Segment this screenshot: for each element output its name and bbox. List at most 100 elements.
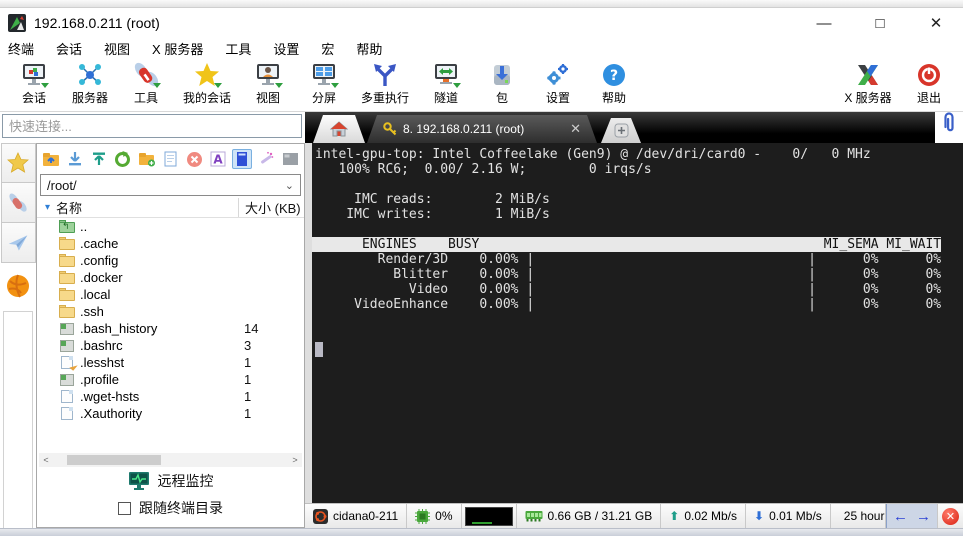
remote-monitor-label: 远程监控 (158, 471, 214, 491)
file-row[interactable]: .local (37, 286, 304, 303)
rail-empty-panel (3, 311, 33, 528)
chevron-down-icon: ⌄ (285, 179, 294, 192)
menu-view[interactable]: 视图 (104, 39, 130, 58)
menu-tools[interactable]: 工具 (225, 39, 251, 58)
tab-bar: 8. 192.168.0.211 (root) ✕ (305, 112, 963, 143)
file-row[interactable]: .bash_history14 (37, 320, 304, 337)
remote-monitor-button[interactable]: 远程监控 (37, 467, 304, 495)
toolbar-view-button[interactable]: 视图 (240, 62, 296, 106)
download-icon[interactable] (65, 149, 85, 169)
path-dropdown[interactable]: /root/ ⌄ (40, 174, 301, 196)
menu-xserver[interactable]: X 服务器 (152, 39, 203, 58)
tab-label: 8. 192.168.0.211 (root) (403, 122, 524, 136)
favorites-star-button[interactable] (1, 143, 36, 183)
terminal-screen[interactable]: intel-gpu-top: Intel Coffeelake (Gen9) @… (305, 143, 963, 503)
toolbar-xserver-button[interactable]: X 服务器 (835, 62, 901, 106)
help-question-icon: ? (601, 62, 627, 88)
current-path: /root/ (47, 178, 285, 193)
toolbar-package-button[interactable]: 包 (474, 62, 530, 106)
folder-icon (59, 288, 75, 301)
toolbar-multi-exec-button[interactable]: 多重执行 (352, 62, 418, 106)
toolbar-split-label: 分屏 (312, 89, 336, 106)
quick-connect-input[interactable] (2, 114, 302, 138)
new-tab-button[interactable] (601, 118, 641, 143)
scroll-right-arrow[interactable]: > (288, 455, 302, 465)
file-row[interactable]: ↰.. (37, 218, 304, 235)
toolbar-tools-button[interactable]: 工具 (118, 62, 174, 106)
toolbar-tunnel-button[interactable]: 隧道 (418, 62, 474, 106)
menubar: 终端 会话 视图 X 服务器 工具 设置 宏 帮助 (0, 38, 963, 58)
file-row[interactable]: .docker (37, 269, 304, 286)
file-list-header[interactable]: ▾名称 大小 (KB) (37, 198, 304, 218)
tab-close-icon[interactable]: ✕ (570, 121, 581, 137)
scroll-left-arrow[interactable]: < (39, 455, 53, 465)
file-row[interactable]: .profile1 (37, 371, 304, 388)
toolbar-session-button[interactable]: 会话 (6, 62, 62, 106)
tunnel-monitor-icon (433, 62, 459, 88)
terminal-engines-header: ENGINES BUSY MI_SEMA MI_WAIT (312, 237, 941, 252)
x-logo-icon (855, 62, 881, 88)
refresh-icon[interactable] (113, 149, 133, 169)
file-row[interactable]: .config (37, 252, 304, 269)
file-icon (59, 407, 75, 420)
status-uptime-value: 25 hour (844, 509, 885, 523)
menu-macro[interactable]: 宏 (321, 39, 334, 58)
minimize-button[interactable]: — (813, 15, 835, 32)
back-arrow-button[interactable]: ← (893, 508, 908, 525)
gears-icon (545, 62, 571, 88)
activity-graph (465, 507, 513, 526)
scrollbar-thumb[interactable] (67, 455, 161, 465)
file-row[interactable]: .cache (37, 235, 304, 252)
font-edit-icon[interactable]: A (208, 149, 228, 169)
forward-arrow-button[interactable]: → (916, 508, 931, 525)
follow-terminal-checkbox-row[interactable]: 跟随终端目录 (37, 495, 304, 521)
magic-wand-icon[interactable] (256, 149, 276, 169)
menu-session[interactable]: 会话 (56, 39, 82, 58)
globe-icon[interactable] (5, 273, 31, 299)
power-icon (916, 62, 942, 88)
checkbox-unchecked[interactable] (118, 502, 131, 515)
terminal-line: VideoEnhance 0.00% | | 0% 0% (312, 297, 963, 312)
terminal-scrollbar[interactable] (305, 143, 312, 503)
file-row[interactable]: .Xauthority1 (37, 405, 304, 422)
status-download: ⬇ 0.01 Mb/s (746, 504, 831, 528)
file-row[interactable]: .wget-hsts1 (37, 388, 304, 405)
attach-corner[interactable] (935, 112, 963, 143)
send-plane-button[interactable] (1, 223, 36, 263)
status-close-button[interactable]: ✕ (942, 508, 959, 525)
upload-icon[interactable] (89, 149, 109, 169)
toolbar-split-button[interactable]: 分屏 (296, 62, 352, 106)
app-logo-icon (8, 14, 26, 32)
package-box-icon (489, 62, 515, 88)
home-icon (330, 121, 348, 137)
sort-descending-icon: ▾ (45, 202, 50, 213)
screen-icon[interactable] (280, 149, 300, 169)
terminal-area: 8. 192.168.0.211 (root) ✕ intel-gpu-top:… (305, 112, 963, 528)
menu-settings[interactable]: 设置 (273, 39, 299, 58)
terminal-sync-icon[interactable] (232, 149, 252, 169)
file-row[interactable]: .ssh (37, 303, 304, 320)
terminal-line: Render/3D 0.00% | | 0% 0% (312, 252, 963, 267)
toolbar-help-button[interactable]: ? 帮助 (586, 62, 642, 106)
menu-help[interactable]: 帮助 (356, 39, 382, 58)
file-row[interactable]: .lesshst1 (37, 354, 304, 371)
status-uptime: 25 hour (831, 504, 886, 528)
close-button[interactable]: ✕ (925, 14, 947, 32)
new-folder-icon[interactable] (137, 149, 157, 169)
terminal-line (312, 222, 963, 237)
toolbar-servers-button[interactable]: 服务器 (62, 62, 118, 106)
delete-icon[interactable] (184, 149, 204, 169)
new-file-icon[interactable] (161, 149, 181, 169)
horizontal-scrollbar[interactable]: < > (39, 453, 302, 467)
menu-terminal[interactable]: 终端 (8, 39, 34, 58)
toolbar-exit-button[interactable]: 退出 (901, 62, 957, 106)
maximize-button[interactable]: □ (869, 15, 891, 32)
file-row[interactable]: .bashrc3 (37, 337, 304, 354)
tools-rail-button[interactable] (1, 183, 36, 223)
go-up-folder-icon[interactable] (41, 149, 61, 169)
toolbar-settings-label: 设置 (546, 89, 570, 106)
tab-active-session[interactable]: 8. 192.168.0.211 (root) ✕ (367, 115, 597, 143)
toolbar-settings-button[interactable]: 设置 (530, 62, 586, 106)
home-tab[interactable] (313, 115, 365, 143)
toolbar-my-sessions-button[interactable]: 我的会话 (174, 62, 240, 106)
